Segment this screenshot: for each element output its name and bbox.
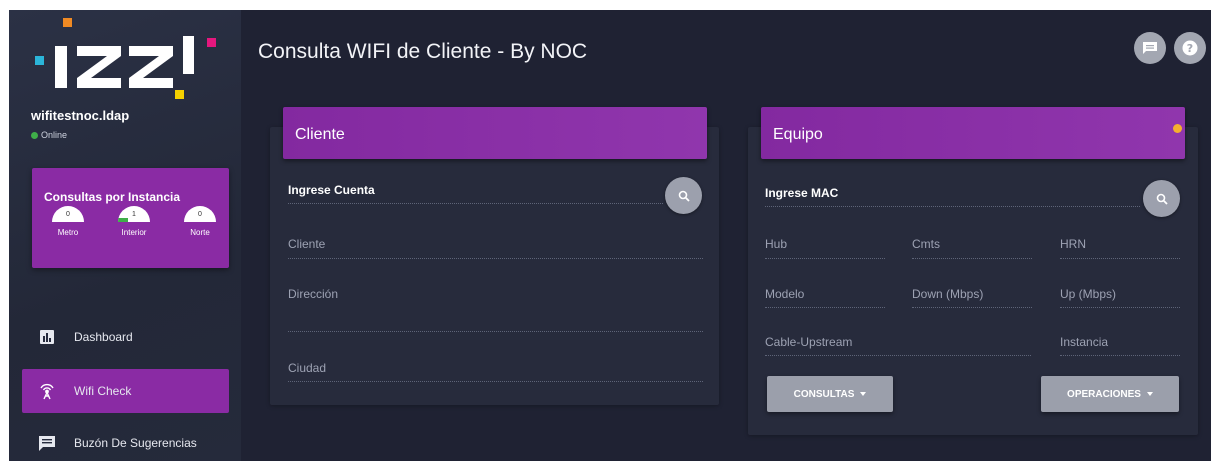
instancia-field-label: Instancia (1060, 335, 1109, 349)
down-field-label: Down (Mbps) (912, 287, 984, 301)
up-field[interactable] (1060, 307, 1180, 308)
cuenta-search-button[interactable] (665, 177, 702, 214)
mac-label: Ingrese MAC (765, 186, 839, 200)
hub-field-label: Hub (765, 237, 788, 251)
cliente-field-label: Cliente (288, 237, 326, 251)
message-icon (36, 435, 58, 451)
help-button[interactable]: ? (1174, 32, 1206, 64)
ciudad-field-label: Ciudad (288, 361, 327, 375)
sidebar-item-buzon[interactable]: Buzón De Sugerencias (22, 421, 229, 461)
direccion-field-label: Dirección (288, 287, 339, 301)
up-field-label: Up (Mbps) (1060, 287, 1117, 301)
page-title: Consulta WIFI de Cliente - By NOC (258, 40, 588, 63)
instancia-field[interactable] (1060, 355, 1180, 356)
instancias-card: Consultas por Instancia 0 Metro 1 Interi… (32, 168, 229, 268)
sidebar-item-dashboard[interactable]: Dashboard (22, 315, 229, 359)
izzi-logo[interactable] (29, 18, 219, 99)
gauge-label: Interior (121, 228, 147, 237)
cliente-card-title: Cliente (295, 126, 345, 143)
sidebar: wifitestnoc.ldap Online Consultas por In… (9, 10, 241, 461)
chat-icon (1143, 41, 1157, 54)
app-window: wifitestnoc.ldap Online Consultas por In… (9, 10, 1211, 461)
operaciones-label: OPERACIONES (1067, 388, 1141, 400)
caret-down-icon (1146, 392, 1153, 396)
sidebar-item-label: Buzón De Sugerencias (74, 436, 197, 450)
equipo-card-header: Equipo (761, 107, 1185, 159)
user-status: Online (31, 130, 67, 140)
cable-upstream-field[interactable] (765, 355, 1031, 356)
cuenta-label: Ingrese Cuenta (288, 183, 375, 197)
caret-down-icon (860, 392, 867, 396)
gauge-metro: 0 Metro (48, 206, 88, 242)
mac-input[interactable] (765, 206, 1140, 207)
search-icon (1156, 193, 1168, 205)
operaciones-dropdown-button[interactable]: OPERACIONES (1041, 376, 1179, 412)
logo-wordmark (55, 36, 194, 88)
cuenta-input[interactable] (288, 203, 663, 204)
consultas-label: CONSULTAS (793, 388, 855, 400)
direccion-field[interactable] (288, 331, 703, 332)
cable-upstream-field-label: Cable-Upstream (765, 335, 853, 349)
sidebar-item-label: Dashboard (74, 330, 133, 344)
chat-button[interactable] (1134, 32, 1166, 64)
gauge-interior: 1 Interior (114, 206, 154, 242)
modelo-field-label: Modelo (765, 287, 805, 301)
mac-search-button[interactable] (1143, 180, 1180, 217)
hrn-field[interactable] (1060, 258, 1180, 259)
help-icon: ? (1182, 40, 1198, 56)
ciudad-field[interactable] (288, 381, 703, 382)
sidebar-item-wifi-check[interactable]: Wifi Check (22, 369, 229, 413)
gauge-fill (118, 218, 128, 222)
gauge-value: 1 (132, 211, 136, 218)
status-indicator-icon (1173, 124, 1182, 133)
equipo-card-title: Equipo (773, 126, 823, 143)
cmts-field[interactable] (912, 258, 1032, 259)
consultas-dropdown-button[interactable]: CONSULTAS (767, 376, 893, 412)
hrn-field-label: HRN (1060, 237, 1086, 251)
gauge-label: Metro (57, 228, 79, 237)
modelo-field[interactable] (765, 307, 885, 308)
user-name: wifitestnoc.ldap (31, 108, 130, 123)
hub-field[interactable] (765, 258, 885, 259)
online-dot-icon (31, 131, 38, 139)
gauge-norte: 0 Norte (180, 206, 220, 242)
cliente-card (270, 127, 719, 405)
gauge-label: Norte (190, 228, 210, 237)
search-icon (678, 190, 690, 202)
gauge-value: 0 (198, 211, 202, 218)
instancias-title: Consultas por Instancia (44, 190, 181, 204)
user-status-label: Online (41, 130, 68, 140)
cliente-field[interactable] (288, 258, 703, 259)
wifi-antenna-icon (36, 382, 58, 400)
sidebar-item-label: Wifi Check (74, 384, 132, 398)
svg-text:?: ? (1187, 42, 1193, 55)
cliente-card-header: Cliente (283, 107, 707, 159)
bar-chart-icon (36, 330, 58, 344)
gauge-value: 0 (66, 211, 70, 218)
down-field[interactable] (912, 307, 1032, 308)
cmts-field-label: Cmts (912, 237, 940, 251)
